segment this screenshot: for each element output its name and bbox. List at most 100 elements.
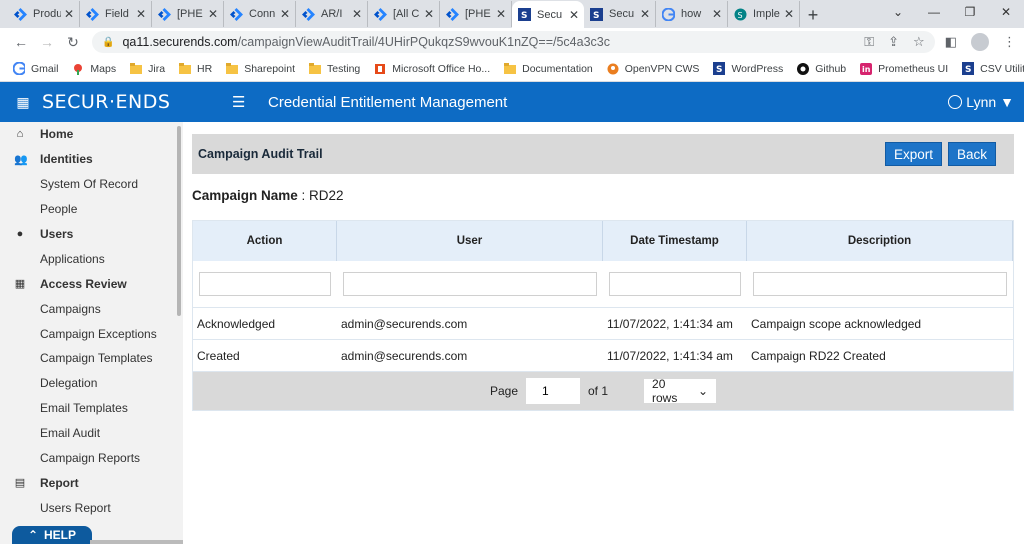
new-tab-button[interactable]: + <box>800 2 826 28</box>
close-tab-icon[interactable]: ✕ <box>712 7 722 21</box>
back-button[interactable]: Back <box>947 142 996 166</box>
sidebar-item-users[interactable]: ● Users <box>0 222 183 247</box>
close-tab-icon[interactable]: ✕ <box>352 7 362 21</box>
bookmark-item[interactable]: Gmail <box>8 62 63 75</box>
sidebar-item-campaign-exceptions[interactable]: Campaign Exceptions <box>0 321 183 346</box>
browser-tab[interactable]: Produ ✕ <box>8 1 80 27</box>
sidebar-item-label: Report <box>40 475 79 490</box>
column-header-description[interactable]: Description <box>747 221 1013 261</box>
browser-tab-title: how <box>681 8 702 20</box>
horizontal-scrollbar[interactable] <box>90 540 183 544</box>
bookmark-item[interactable]: Documentation <box>499 62 598 75</box>
action-filter-input[interactable] <box>199 272 331 296</box>
page-number-input[interactable] <box>526 378 580 404</box>
close-tab-icon[interactable]: ✕ <box>784 7 794 21</box>
user-filter-input[interactable] <box>343 272 597 296</box>
sidebar-item-system-of-record[interactable]: System Of Record <box>0 172 183 197</box>
action-cell: Created <box>197 348 240 363</box>
bookmark-item[interactable]: Microsoft Office Ho... <box>369 63 495 75</box>
browser-tab[interactable]: [PHE ✕ <box>440 1 512 27</box>
back-arrow-icon[interactable]: ← <box>8 34 34 50</box>
sidebar-item-campaigns[interactable]: Campaigns <box>0 296 183 321</box>
app-title: Credential Entitlement Management <box>268 93 508 111</box>
close-tab-icon[interactable]: ✕ <box>424 7 434 21</box>
openvpn-icon <box>607 63 619 75</box>
description-filter-input[interactable] <box>753 272 1007 296</box>
export-button[interactable]: Export <box>884 142 942 166</box>
sidebar-item-email-templates[interactable]: Email Templates <box>0 396 183 421</box>
close-window-icon[interactable]: ✕ <box>988 0 1024 24</box>
bookmark-item[interactable]: Sharepoint <box>221 62 300 75</box>
browser-tab[interactable]: S Secu ✕ <box>512 1 584 28</box>
bookmark-item[interactable]: Jira <box>125 62 170 75</box>
jira-icon <box>13 7 27 21</box>
campaign-name-value: : RD22 <box>301 188 344 203</box>
column-header-user[interactable]: User <box>337 221 603 261</box>
bookmark-item[interactable]: S CSV Utility <box>957 62 1024 75</box>
column-header-action[interactable]: Action <box>193 221 337 261</box>
share-icon[interactable]: ⇪ <box>888 34 899 50</box>
action-cell: Acknowledged <box>197 316 276 331</box>
bookmark-item[interactable]: OpenVPN CWS <box>602 63 705 75</box>
sidebar-item-report[interactable]: ▤ Report <box>0 470 183 495</box>
bookmark-item[interactable]: Github <box>792 62 851 75</box>
browser-tab[interactable]: Conn ✕ <box>224 1 296 27</box>
close-tab-icon[interactable]: ✕ <box>496 7 506 21</box>
profile-avatar[interactable] <box>971 33 989 51</box>
date-filter-input[interactable] <box>609 272 741 296</box>
sidebar-item-campaign-reports[interactable]: Campaign Reports <box>0 446 183 471</box>
menu-toggle-icon[interactable]: ☰ <box>232 93 250 111</box>
close-tab-icon[interactable]: ✕ <box>280 7 290 21</box>
browser-tab[interactable]: S Imple ✕ <box>728 1 800 27</box>
bookmark-item[interactable]: S WordPress <box>708 62 788 75</box>
sidebar-item-email-audit[interactable]: Email Audit <box>0 421 183 446</box>
help-button[interactable]: ⌃ HELP <box>12 526 92 544</box>
tab-search-icon[interactable]: ⌄ <box>880 0 916 24</box>
close-tab-icon[interactable]: ✕ <box>136 7 146 21</box>
bookmark-item[interactable]: HR <box>174 62 217 75</box>
table-row[interactable]: Created admin@securends.com 11/07/2022, 1:… <box>193 340 1013 372</box>
sidebar-item-delegation[interactable]: Delegation <box>0 371 183 396</box>
bookmark-item[interactable]: Testing <box>304 62 365 75</box>
sidebar-item-access-review[interactable]: ▦ Access Review <box>0 271 183 296</box>
close-tab-icon[interactable]: ✕ <box>64 7 74 21</box>
close-tab-icon[interactable]: ✕ <box>640 7 650 21</box>
forward-arrow-icon[interactable]: → <box>34 34 60 50</box>
key-icon[interactable]: ⚿ <box>864 34 874 50</box>
browser-tab[interactable]: [All C ✕ <box>368 1 440 27</box>
chevron-up-icon: ⌃ <box>27 528 39 542</box>
close-tab-icon[interactable]: ✕ <box>569 8 579 22</box>
more-menu-icon[interactable]: ⋮ <box>1003 34 1016 50</box>
sharepoint-icon: S <box>733 7 747 21</box>
restore-icon[interactable]: ❐ <box>952 0 988 24</box>
sidebar-item-campaign-templates[interactable]: Campaign Templates <box>0 346 183 371</box>
rows-per-page-select[interactable]: 20 rows ⌄ <box>644 377 717 405</box>
sidebar-item-people[interactable]: People <box>0 197 183 222</box>
browser-tab[interactable]: [PHE ✕ <box>152 1 224 27</box>
browser-tab[interactable]: how ✕ <box>656 1 728 27</box>
reload-icon[interactable]: ↻ <box>60 34 86 51</box>
sidebar-scrollbar[interactable] <box>177 126 181 316</box>
sidebar-item-users-report[interactable]: Users Report <box>0 495 183 520</box>
bookmark-item[interactable]: in Prometheus UI <box>855 62 953 75</box>
bookmark-item[interactable]: Maps <box>67 63 121 75</box>
sidebar-item-identities[interactable]: 👥 Identities <box>0 147 183 172</box>
column-header-date-timestamp[interactable]: Date Timestamp <box>603 221 747 261</box>
browser-tab[interactable]: Field ✕ <box>80 1 152 27</box>
prometheus-icon: in <box>860 62 873 75</box>
minimize-icon[interactable]: — <box>916 0 952 24</box>
sidebar-item-home[interactable]: ⌂ Home <box>0 122 183 147</box>
apps-grid-icon[interactable]: ▦ <box>4 94 42 111</box>
sidebar-item-applications[interactable]: Applications <box>0 246 183 271</box>
close-tab-icon[interactable]: ✕ <box>208 7 218 21</box>
browser-tab[interactable]: S Secu ✕ <box>584 1 656 27</box>
bookmark-label: Jira <box>148 62 166 75</box>
user-menu[interactable]: Lynn ▼ <box>948 82 1014 122</box>
star-icon[interactable]: ☆ <box>913 34 925 50</box>
table-row[interactable]: Acknowledged admin@securends.com 11/07/202… <box>193 308 1013 340</box>
url-field[interactable]: 🔒 qa11.securends.com /campaignViewAuditT… <box>92 31 935 53</box>
folder-icon <box>130 62 143 75</box>
browser-tab[interactable]: AR/I ✕ <box>296 1 368 27</box>
side-panel-icon[interactable]: ◧ <box>945 34 957 50</box>
sidebar-item-label: Identities <box>40 152 93 167</box>
